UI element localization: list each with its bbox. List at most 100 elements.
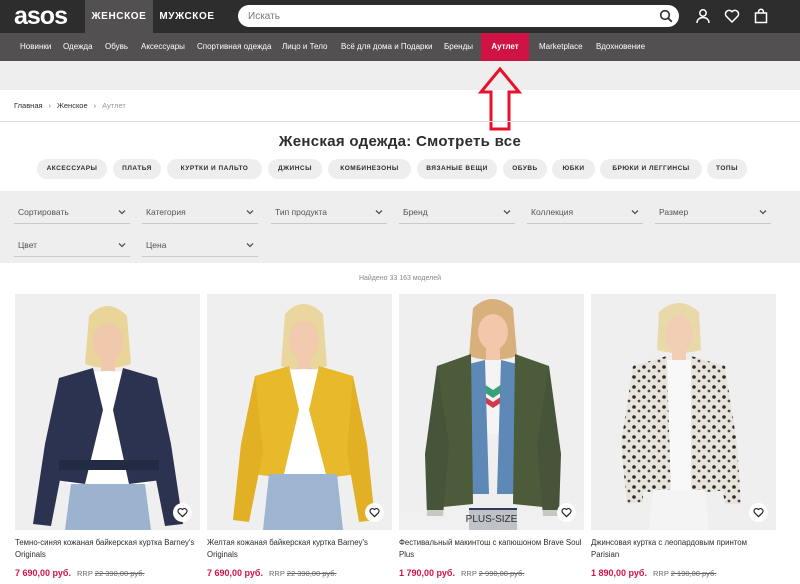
product-price: 1 890,00 руб. RRP 2 190,00 руб. [591,568,776,578]
bag-icon[interactable] [753,8,769,24]
filter-price[interactable]: Цена [142,235,258,257]
model-photo [207,294,392,530]
results-count: Найдено 33 163 моделей [358,275,442,282]
breadcrumb: Главная › Женское › Аутлет [14,101,126,110]
model-photo [15,294,200,530]
nav-item-sportswear[interactable]: Спортивная одежда [197,33,271,61]
rrp-price: RRP 2 190,00 руб. [653,569,716,578]
heart-icon [369,508,380,518]
chevron-down-icon [118,243,126,248]
nav-item-face-body[interactable]: Лицо и Тело [282,33,327,61]
product-image[interactable] [15,294,200,530]
product-price: 1 790,00 руб. RRP 2 990,00 руб. [399,568,584,578]
heart-icon [753,508,764,518]
top-header: asos ЖЕНСКОЕ МУЖСКОЕ [0,0,800,33]
filter-size[interactable]: Размер [655,202,771,224]
filter-panel: Сортировать Категория Тип продукта Бренд… [0,191,800,263]
nav-item-brands[interactable]: Бренды [444,33,473,61]
product-name[interactable]: Темно-синяя кожаная байкерская куртка Ba… [15,537,200,561]
old-price: 2 990,00 руб. [478,569,525,578]
category-nav: Новинки Одежда Обувь Аксессуары Спортивн… [0,33,800,61]
current-price: 1 790,00 руб. [399,568,455,578]
product-name[interactable]: Фестивальный макинтош с капюшоном Brave … [399,537,584,561]
asos-logo[interactable]: asos [14,2,68,30]
product-name[interactable]: Джинсовая куртка с леопардовым принтом P… [591,537,776,561]
rrp-label: RRP [652,569,669,578]
chip-accessories[interactable]: АКСЕССУАРЫ [37,159,107,179]
nav-item-inspiration[interactable]: Вдохновение [596,33,645,61]
old-price: 22 390,00 руб. [286,569,337,578]
current-price: 7 690,00 руб. [15,568,71,578]
filter-color[interactable]: Цвет [14,235,130,257]
product-image[interactable]: PLUS-SIZE [399,294,584,530]
account-icon[interactable] [695,8,711,24]
nav-item-home-gifts[interactable]: Всё для дома и Подарки [341,33,432,61]
page-title: Женская одежда: Смотреть все [278,133,522,150]
product-card[interactable]: Желтая кожаная байкерская куртка Barney'… [207,294,392,578]
rrp-price: RRP 2 990,00 руб. [461,569,524,578]
tab-men[interactable]: МУЖСКОЕ [153,0,221,33]
nav-item-accessories[interactable]: Аксессуары [141,33,185,61]
chip-dresses[interactable]: ПЛАТЬЯ [113,159,161,179]
breadcrumb-home[interactable]: Главная [14,101,43,110]
heart-icon [177,508,188,518]
filter-label: Размер [659,207,689,217]
chip-jumpsuits[interactable]: КОМБИНЕЗОНЫ [328,159,411,179]
nav-item-shoes[interactable]: Обувь [105,33,128,61]
wishlist-button[interactable] [173,503,192,522]
search-input[interactable] [248,8,648,24]
nav-item-outlet[interactable]: Аутлет [481,33,529,61]
filter-label: Тип продукта [275,207,327,217]
chip-tops[interactable]: ТОПЫ [707,159,747,179]
chip-trousers-leggings[interactable]: БРЮКИ И ЛЕГГИНСЫ [600,159,702,179]
filter-label: Сортировать [18,207,69,217]
divider [0,121,800,122]
chip-knitwear[interactable]: ВЯЗАНЫЕ ВЕЩИ [417,159,497,179]
product-card[interactable]: PLUS-SIZE Фестивальный макинтош с капюшо… [399,294,584,578]
search-icon[interactable] [659,9,673,23]
chip-shoes[interactable]: ОБУВЬ [503,159,547,179]
breadcrumb-separator: › [93,101,97,110]
chip-skirts[interactable]: ЮБКИ [552,159,595,179]
model-photo [399,294,584,530]
product-card[interactable]: Джинсовая куртка с леопардовым принтом P… [591,294,776,578]
product-card[interactable]: Темно-синяя кожаная байкерская куртка Ba… [15,294,200,578]
annotation-arrow [478,66,522,131]
current-price: 7 690,00 руб. [207,568,263,578]
wishlist-button[interactable] [365,503,384,522]
filter-label: Коллекция [531,207,574,217]
rrp-label: RRP [460,569,477,578]
chip-jeans[interactable]: ДЖИНСЫ [268,159,322,179]
filter-label: Категория [146,207,186,217]
chevron-down-icon [246,243,254,248]
filter-product-type[interactable]: Тип продукта [271,202,387,224]
old-price: 2 190,00 руб. [670,569,717,578]
chip-jackets-coats[interactable]: КУРТКИ И ПАЛЬТО [167,159,262,179]
filter-category[interactable]: Категория [142,202,258,224]
model-photo [591,294,776,530]
breadcrumb-separator: › [48,101,52,110]
breadcrumb-women[interactable]: Женское [57,101,88,110]
chevron-down-icon [118,210,126,215]
filter-label: Цена [146,240,167,250]
chevron-down-icon [246,210,254,215]
heart-icon[interactable] [724,8,740,24]
current-price: 1 890,00 руб. [591,568,647,578]
tab-women[interactable]: ЖЕНСКОЕ [85,0,153,33]
product-name[interactable]: Желтая кожаная байкерская куртка Barney'… [207,537,392,561]
filter-brand[interactable]: Бренд [399,202,515,224]
filter-collection[interactable]: Коллекция [527,202,643,224]
filter-sort[interactable]: Сортировать [14,202,130,224]
promo-band [0,61,800,90]
nav-item-marketplace[interactable]: Marketplace [539,33,583,61]
nav-item-clothing[interactable]: Одежда [63,33,93,61]
rrp-price: RRP 22 390,00 руб. [269,569,337,578]
product-image[interactable] [207,294,392,530]
wishlist-button[interactable] [749,503,768,522]
chevron-down-icon [631,210,639,215]
search-box [238,5,679,27]
old-price: 22 390,00 руб. [94,569,145,578]
nav-item-new[interactable]: Новинки [20,33,51,61]
product-image[interactable] [591,294,776,530]
wishlist-button[interactable] [557,503,576,522]
